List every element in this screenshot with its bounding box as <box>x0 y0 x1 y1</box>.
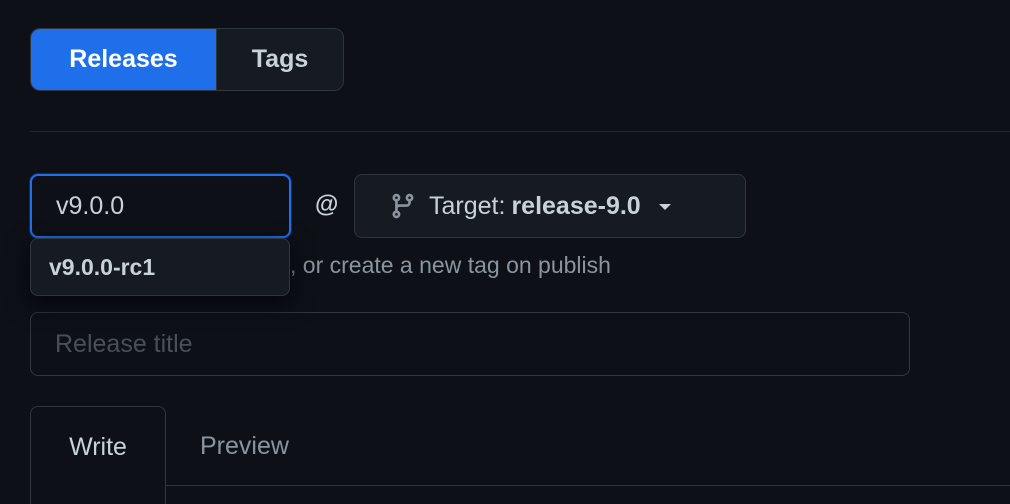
tag-suggestion-dropdown: v9.0.0-rc1 <box>30 238 290 296</box>
tag-hint-text: , or create a new tag on publish <box>290 252 611 278</box>
tab-write[interactable]: Write <box>30 406 166 504</box>
release-form: Releases Tags @ Target: release-9.0 , or… <box>0 0 1010 504</box>
tab-tags[interactable]: Tags <box>216 29 343 90</box>
tab-preview[interactable]: Preview <box>200 432 289 461</box>
editor-tab-border <box>165 485 1010 486</box>
release-tag-switcher: Releases Tags <box>30 28 344 91</box>
tag-input[interactable] <box>30 174 291 238</box>
release-title-input[interactable] <box>30 312 910 376</box>
git-branch-icon <box>389 191 417 221</box>
target-label: Target: <box>429 191 506 220</box>
tab-releases[interactable]: Releases <box>31 29 216 90</box>
tag-suggestion-item[interactable]: v9.0.0-rc1 <box>49 254 155 281</box>
target-branch-button[interactable]: Target: release-9.0 <box>354 174 746 238</box>
at-symbol: @ <box>315 191 339 218</box>
target-branch-name: release-9.0 <box>511 191 641 220</box>
triangle-down-icon <box>658 204 671 210</box>
section-divider <box>30 131 1010 132</box>
